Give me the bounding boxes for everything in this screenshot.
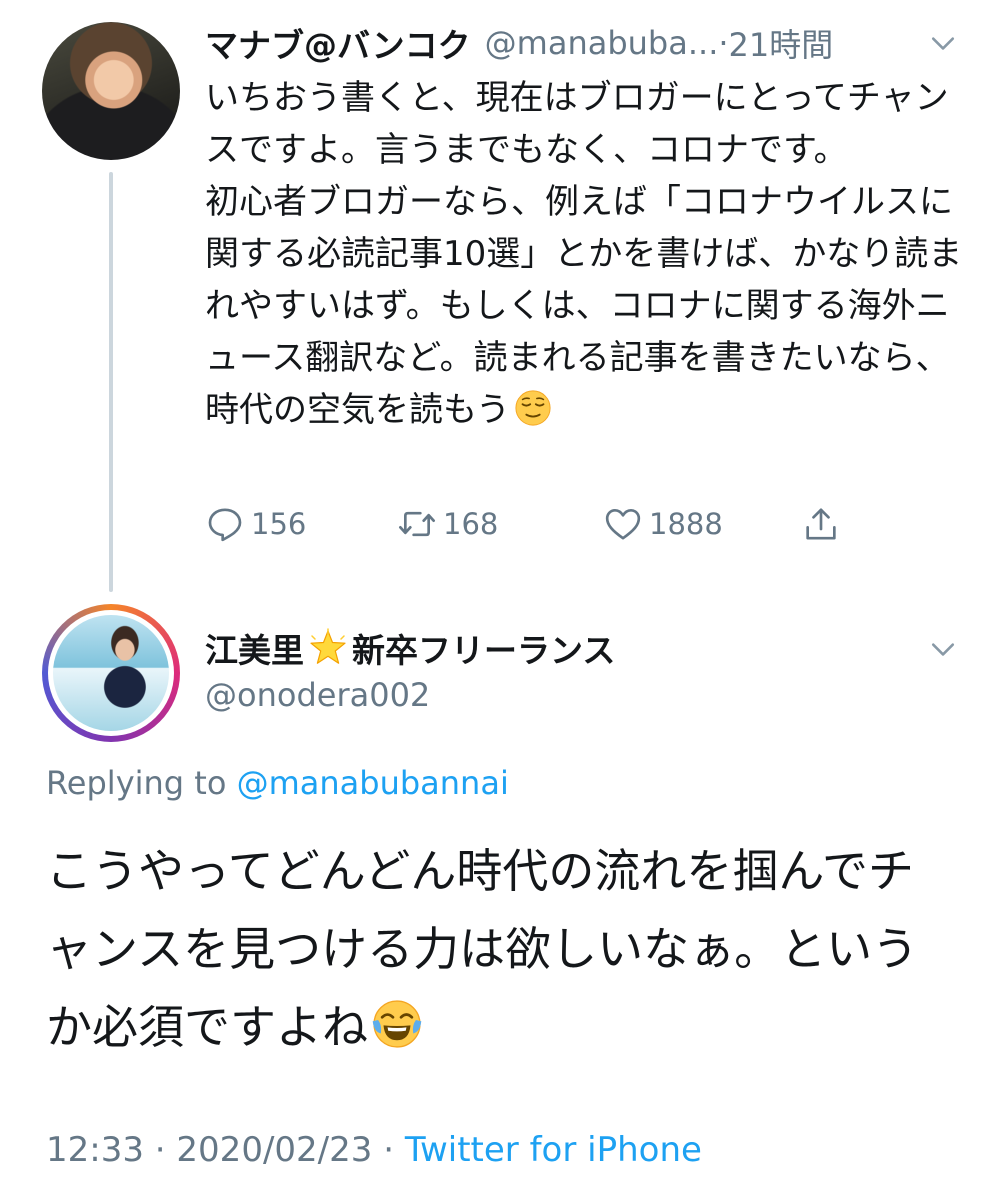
- tweet2-author-name-part1: 江美里: [205, 631, 304, 670]
- chevron-down-icon[interactable]: [930, 30, 956, 56]
- tweet1-body-text: いちおう書くと、現在はブロガーにとってチャンスですよ。言うまでもなく、コロナです…: [205, 78, 963, 430]
- replying-to-label: Replying to: [46, 764, 237, 802]
- reply-count: 156: [251, 507, 307, 541]
- relieved-face-emoji: [515, 390, 551, 426]
- tweet1-action-bar: 156 168 1888: [205, 496, 865, 552]
- source-app-link[interactable]: Twitter for iPhone: [405, 1130, 702, 1170]
- tweet-date: 2020/02/23: [176, 1130, 373, 1170]
- glowing-star-emoji: [310, 628, 346, 664]
- retweet-count: 168: [443, 507, 499, 541]
- tweet2-avatar[interactable]: [42, 604, 180, 742]
- tweet1-header: マナブ@バンコク @manabuba... · 21時間: [205, 18, 833, 68]
- thread-connector-line: [109, 172, 113, 592]
- tweet1-author-handle[interactable]: @manabuba...: [485, 24, 719, 62]
- tweet1-author-name[interactable]: マナブ@バンコク: [205, 19, 471, 67]
- avatar-photo: [53, 615, 169, 731]
- tweet2-body: こうやってどんどん時代の流れを掴んでチャンスを見つける力は欲しいなぁ。というか必…: [46, 832, 946, 1066]
- tweet1-timestamp[interactable]: 21時間: [729, 20, 834, 66]
- replying-to-handle-link[interactable]: @manabubannai: [237, 764, 509, 802]
- share-icon: [806, 508, 836, 540]
- like-count: 1888: [649, 507, 723, 541]
- reply-button[interactable]: 156: [205, 496, 306, 552]
- tweet2-author-handle[interactable]: @onodera002: [205, 676, 430, 714]
- footer-separator: ·: [372, 1130, 405, 1170]
- tweet1-avatar[interactable]: [42, 22, 180, 160]
- tweet2-body-text: こうやってどんどん時代の流れを掴んでチャンスを見つける力は欲しいなぁ。というか必…: [46, 844, 919, 1054]
- tweet2-footer: 12:33 · 2020/02/23 · Twitter for iPhone: [46, 1130, 702, 1170]
- retweet-button[interactable]: 168: [397, 496, 498, 552]
- reply-icon: [208, 508, 242, 542]
- face-with-tears-of-joy-emoji: [372, 1000, 422, 1048]
- tweet1-body: いちおう書くと、現在はブロガーにとってチャンスですよ。言うまでもなく、コロナです…: [205, 72, 965, 436]
- avatar-ring-gap: [48, 610, 174, 736]
- tweet-time: 12:33: [46, 1130, 144, 1170]
- tweet1-time-separator: ·: [718, 24, 729, 62]
- tweet2-author-name[interactable]: 江美里 新卒フリーランス: [205, 624, 615, 672]
- chevron-down-icon[interactable]: [930, 636, 956, 662]
- replying-to-line: Replying to @manabubannai: [46, 764, 509, 802]
- share-button[interactable]: [801, 496, 847, 552]
- like-icon: [605, 509, 641, 540]
- footer-separator: ·: [143, 1130, 177, 1170]
- like-button[interactable]: 1888: [603, 496, 723, 552]
- retweet-icon: [399, 511, 435, 537]
- tweet2-author-name-part2: 新卒フリーランス: [352, 631, 616, 670]
